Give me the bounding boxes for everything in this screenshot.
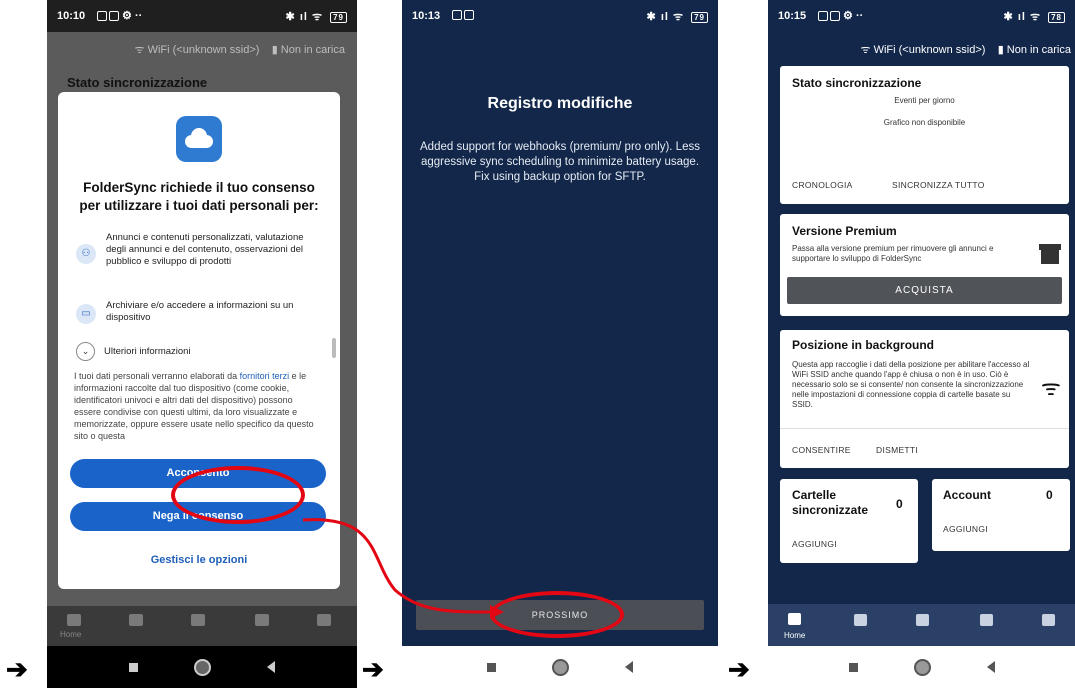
- sync-all-button[interactable]: SINCRONIZZA TUTTO: [892, 180, 985, 190]
- home-icon[interactable]: [67, 614, 81, 626]
- notification-icons: ⚙ ··: [95, 9, 142, 22]
- premium-text: Passa alla versione premium per rimuover…: [792, 244, 994, 263]
- changelog-title: Registro modifiche: [487, 95, 633, 112]
- recents-icon[interactable]: [848, 662, 858, 672]
- consent-title: FolderSync richiede il tuo consenso per …: [79, 180, 319, 213]
- sd-card-icon[interactable]: [980, 614, 993, 626]
- status-icons: ✱ ıl ᯤ 79: [286, 9, 347, 24]
- phone-consent-screen: 10:10 ⚙ ·· ✱ ıl ᯤ 79 ᯤ WiFi (<unknown ss…: [47, 0, 357, 688]
- flow-arrow-3: ➔: [728, 654, 750, 684]
- store-icon: [1039, 244, 1061, 264]
- status-time: 10:10: [57, 10, 86, 22]
- device-icon: ▭: [76, 304, 96, 324]
- home-button-icon[interactable]: [913, 658, 931, 676]
- recents-icon[interactable]: [129, 662, 138, 672]
- phone-changelog-screen: 10:13 ✱ ıl ᯤ 79 Registro modifiche Added…: [402, 0, 718, 688]
- location-title: Posizione in background: [792, 338, 935, 352]
- dismiss-button[interactable]: DISMETTI: [876, 445, 918, 455]
- dialog-scrollbar[interactable]: [332, 338, 336, 358]
- accounts-title: Account: [943, 488, 991, 502]
- status-time: 10:15: [778, 10, 807, 22]
- consent-body-text: I tuoi dati personali verranno elaborati…: [74, 371, 314, 441]
- purpose-ads: ⚇ Annunci e contenuti personalizzati, va…: [72, 232, 326, 284]
- allow-button[interactable]: CONSENTIRE: [792, 445, 851, 455]
- nav-home-label: Home: [784, 631, 806, 640]
- home-icon: [788, 613, 801, 625]
- folder-icon[interactable]: [129, 614, 143, 626]
- status-time: 10:13: [412, 10, 441, 22]
- third-party-link[interactable]: fornitori terzi: [240, 371, 290, 381]
- folder-icon[interactable]: [854, 614, 867, 626]
- synced-folders-card: Cartelle sincronizzate 0 AGGIUNGI: [780, 479, 918, 563]
- back-icon[interactable]: [986, 661, 995, 673]
- system-nav-bar: [402, 646, 718, 688]
- highlight-ellipse: [490, 591, 624, 638]
- accounts-icon[interactable]: [191, 614, 205, 626]
- sync-state-card: Stato sincronizzazione Eventi per giorno…: [780, 66, 1069, 204]
- accounts-icon[interactable]: [916, 614, 929, 626]
- nav-home-label: Home: [60, 630, 82, 639]
- menu-icon[interactable]: [317, 614, 331, 626]
- status-bar: 10:13 ✱ ıl ᯤ 79: [402, 0, 718, 32]
- phone-dashboard-screen: 10:15 ⚙ ·· ✱ ıl ᯤ 78 ᯤ WiFi (<unknown ss…: [768, 0, 1075, 688]
- chart-subtitle: Eventi per giorno: [894, 96, 955, 105]
- wifi-status-line: ᯤ WiFi (<unknown ssid>) ▮ Non in carica: [134, 44, 345, 56]
- sync-state-title: Stato sincronizzazione: [792, 76, 922, 90]
- highlight-ellipse: [171, 466, 305, 524]
- manage-options-link[interactable]: Gestisci le opzioni: [72, 554, 326, 566]
- background-location-card: Posizione in background Questa app racco…: [780, 330, 1069, 468]
- premium-card: Versione Premium Passa alla versione pre…: [780, 214, 1069, 316]
- notification-icons: [450, 9, 474, 21]
- history-button[interactable]: CRONOLOGIA: [792, 180, 853, 190]
- buy-button[interactable]: ACQUISTA: [787, 277, 1062, 304]
- app-bottom-nav: Home: [47, 606, 357, 646]
- recents-icon[interactable]: [487, 662, 496, 672]
- chart-empty-text: Grafico non disponibile: [883, 118, 966, 127]
- back-icon[interactable]: [625, 661, 633, 673]
- status-bar: 10:15 ⚙ ·· ✱ ıl ᯤ 78: [768, 0, 1075, 32]
- location-text: Questa app raccoglie i dati della posizi…: [792, 360, 1030, 409]
- folders-title: Cartelle sincronizzate: [792, 488, 869, 517]
- flow-arrow-1: ➔: [6, 654, 28, 684]
- sync-state-title: Stato sincronizzazione: [67, 75, 208, 90]
- notification-icons: ⚙ ··: [816, 9, 863, 22]
- folders-count: 0: [896, 497, 903, 511]
- accounts-count: 0: [1046, 488, 1053, 502]
- more-info-toggle[interactable]: Ulteriori informazioni: [104, 346, 191, 357]
- back-icon[interactable]: [267, 661, 275, 673]
- person-icon: ⚇: [76, 244, 96, 264]
- status-icons: ✱ ıl ᯤ 79: [647, 9, 708, 24]
- add-folder-button[interactable]: AGGIUNGI: [792, 539, 837, 549]
- wifi-status-line: ᯤ WiFi (<unknown ssid>) ▮ Non in carica: [860, 44, 1071, 56]
- changelog-notes: Added support for webhooks (premium/ pro…: [420, 141, 700, 183]
- system-nav-bar: [47, 646, 357, 688]
- cloud-app-icon: [176, 116, 222, 162]
- home-button-icon[interactable]: [194, 658, 211, 676]
- chevron-down-icon[interactable]: ⌄: [76, 342, 95, 361]
- divider: [780, 428, 1069, 429]
- nav-home[interactable]: Home: [778, 608, 814, 644]
- flow-arrow-2: ➔: [362, 654, 384, 684]
- status-icons: ✱ ıl ᯤ 78: [1004, 9, 1065, 24]
- purpose-storage: ▭ Archiviare e/o accedere a informazioni…: [72, 300, 326, 326]
- premium-title: Versione Premium: [792, 224, 897, 238]
- app-bottom-nav: Home: [768, 604, 1075, 646]
- status-bar: 10:10 ⚙ ·· ✱ ıl ᯤ 79: [47, 0, 357, 32]
- home-button-icon[interactable]: [552, 658, 569, 676]
- accounts-card: Account 0 AGGIUNGI: [932, 479, 1070, 551]
- sd-card-icon[interactable]: [255, 614, 269, 626]
- menu-icon[interactable]: [1042, 614, 1055, 626]
- wifi-icon: ᯤ: [1040, 375, 1061, 400]
- add-account-button[interactable]: AGGIUNGI: [943, 524, 988, 534]
- system-nav-bar: [768, 646, 1075, 688]
